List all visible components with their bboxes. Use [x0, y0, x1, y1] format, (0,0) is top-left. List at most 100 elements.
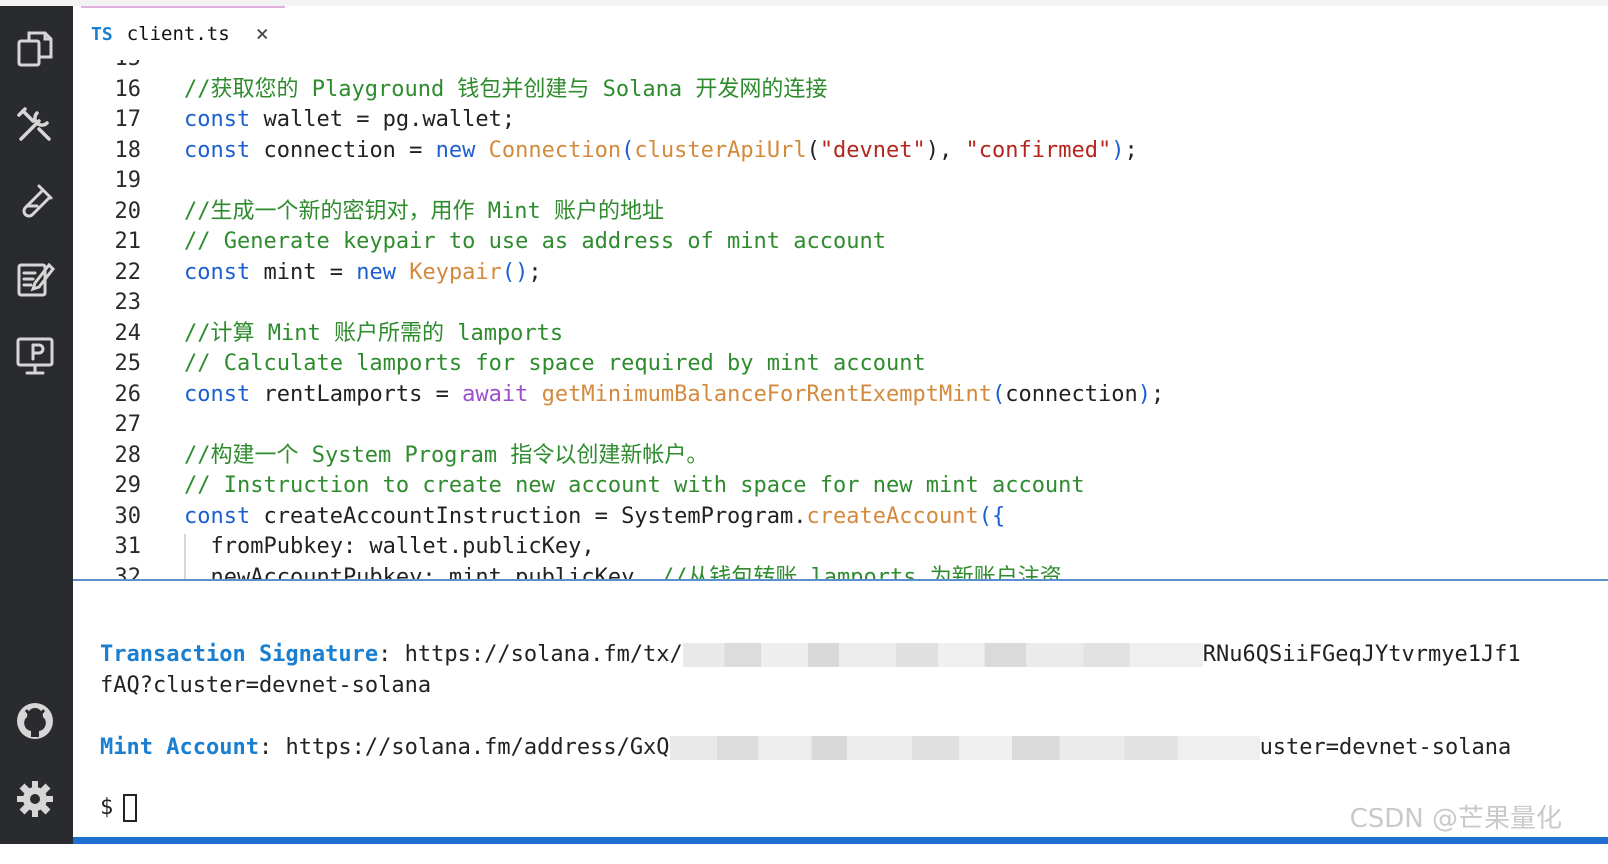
- test-icon[interactable]: [12, 179, 58, 225]
- terminal-line-tx-cont: fAQ?cluster=devnet-solana: [100, 673, 432, 698]
- code-text: const createAccountInstruction = SystemP…: [184, 502, 1005, 532]
- code-token: (: [806, 137, 820, 163]
- line-number: 19: [114, 168, 142, 193]
- code-token: //计算 Mint 账户所需的 lamports: [184, 320, 564, 346]
- tab-client-ts[interactable]: TS client.ts ×: [81, 6, 285, 60]
- programs-icon[interactable]: [12, 332, 58, 378]
- line-number: 29: [114, 473, 142, 498]
- tutorials-icon[interactable]: [12, 256, 58, 302]
- code-token: ),: [925, 137, 966, 163]
- code-token: //生成一个新的密钥对，用作 Mint 账户的地址: [184, 198, 664, 224]
- mint-account-label: Mint Account: [100, 735, 259, 760]
- code-token: // Calculate lamports for space required…: [184, 351, 926, 376]
- code-editor[interactable]: 15 16 //获取您的 Playground 钱包并创建与 Solana 开发网的…: [73, 60, 1608, 579]
- code-token: const: [184, 259, 251, 285]
- line-number: 22: [114, 259, 142, 285]
- code-token: const: [184, 107, 251, 132]
- redacted-region: [669, 736, 1260, 760]
- code-text: // Instruction to create new account wit…: [184, 471, 1085, 501]
- shell-prompt: $: [100, 795, 114, 820]
- line-number: 25: [114, 351, 142, 376]
- code-token: const: [184, 381, 251, 407]
- line-number: 15: [73, 60, 142, 74]
- tools-icon[interactable]: [12, 102, 58, 148]
- line-number: 30: [114, 503, 142, 529]
- tab-filename: client.ts: [126, 23, 230, 45]
- line-number: 17: [114, 107, 142, 132]
- code-text: const mint = new Keypair();: [184, 258, 542, 288]
- code-token: //获取您的 Playground 钱包并创建与 Solana 开发网的连接: [184, 76, 828, 102]
- github-icon[interactable]: [12, 698, 58, 744]
- code-token: const: [184, 137, 251, 163]
- line-number: 27: [114, 412, 142, 437]
- terminal-prompt-line[interactable]: $: [100, 793, 138, 823]
- settings-icon[interactable]: [12, 776, 58, 822]
- typescript-icon: TS: [91, 23, 113, 45]
- code-text: const rentLamports = await getMinimumBal…: [184, 380, 1164, 410]
- activity-sidebar: [0, 6, 73, 844]
- code-text: //获取您的 Playground 钱包并创建与 Solana 开发网的连接: [184, 75, 827, 105]
- code-token: Connection: [488, 137, 622, 163]
- editor-tab-bar: TS client.ts ×: [73, 6, 1608, 61]
- code-token: //从钱包转账 lamports 为新账户注资: [660, 564, 1062, 580]
- redacted-region: [682, 643, 1203, 667]
- watermark: CSDN @芒果量化: [1349, 804, 1562, 834]
- line-number: 24: [114, 320, 142, 346]
- code-text: //计算 Mint 账户所需的 lamports: [184, 319, 563, 349]
- code-token: "confirmed": [965, 137, 1112, 163]
- code-token: Keypair: [409, 259, 502, 285]
- close-icon[interactable]: ×: [256, 22, 269, 47]
- code-token: ): [1137, 381, 1151, 407]
- code-token: rentLamports =: [250, 381, 463, 407]
- code-text: // Calculate lamports for space required…: [184, 349, 926, 379]
- line-number: 21: [114, 229, 142, 254]
- line-number: 18: [114, 137, 142, 163]
- tx-url-prefix: : https://solana.fm/tx/: [378, 642, 683, 667]
- code-token: connection =: [250, 137, 436, 163]
- code-token: ;: [1150, 381, 1165, 407]
- code-text: fromPubkey: wallet.publicKey,: [184, 532, 595, 562]
- files-icon[interactable]: [12, 26, 58, 72]
- code-token: getMinimumBalanceForRentExemptMint: [541, 381, 992, 407]
- line-number: 26: [114, 381, 142, 407]
- code-text: const connection = new Connection(cluste…: [184, 136, 1138, 166]
- code-token: //构建一个 System Program 指令以创建新帐户。: [184, 442, 709, 468]
- code-token: // Generate keypair to use as address of…: [184, 229, 886, 254]
- line-number: 20: [114, 198, 142, 224]
- code-text: newAccountPubkey: mint.publicKey, //从钱包转…: [184, 563, 1062, 580]
- line-number: 23: [114, 290, 142, 315]
- code-token: new: [435, 137, 476, 163]
- code-text: const wallet = pg.wallet;: [184, 105, 515, 135]
- code-text: //生成一个新的密钥对，用作 Mint 账户的地址: [184, 197, 664, 227]
- terminal-line-tx: Transaction Signature: https://solana.fm…: [100, 640, 1521, 670]
- line-number: 31: [114, 534, 142, 559]
- code-token: (: [991, 381, 1006, 407]
- code-token: newAccountPubkey: mint.publicKey,: [184, 564, 661, 580]
- line-number: 16: [114, 76, 142, 102]
- code-token: clusterApiUrl: [634, 137, 807, 163]
- tx-signature-label: Transaction Signature: [100, 642, 379, 667]
- status-bar: [73, 837, 1608, 844]
- code-token: ): [1111, 137, 1125, 163]
- mint-url-prefix: : https://solana.fm/address/GxQ: [258, 735, 670, 760]
- code-text: //构建一个 System Program 指令以创建新帐户。: [184, 441, 708, 471]
- code-token: (): [501, 259, 529, 285]
- code-token: await: [462, 381, 529, 407]
- code-token: mint =: [250, 259, 357, 285]
- tx-url-suffix: RNu6QSiiFGeqJYtvrmye1Jf1: [1202, 642, 1521, 667]
- code-text: // Generate keypair to use as address of…: [184, 227, 886, 257]
- code-token: (: [621, 137, 635, 163]
- code-token: // Instruction to create new account wit…: [184, 473, 1085, 498]
- terminal-line-mint: Mint Account: https://solana.fm/address/…: [100, 733, 1511, 763]
- mint-url-suffix: uster=devnet-solana: [1259, 735, 1512, 760]
- code-token: createAccountInstruction = SystemProgram…: [250, 503, 807, 529]
- code-token: fromPubkey: wallet.publicKey,: [184, 534, 595, 559]
- code-token: ;: [1124, 137, 1138, 163]
- code-token: ;: [528, 259, 542, 285]
- code-token: new: [356, 259, 396, 285]
- line-number: 32: [114, 564, 142, 580]
- line-number: 28: [114, 442, 142, 468]
